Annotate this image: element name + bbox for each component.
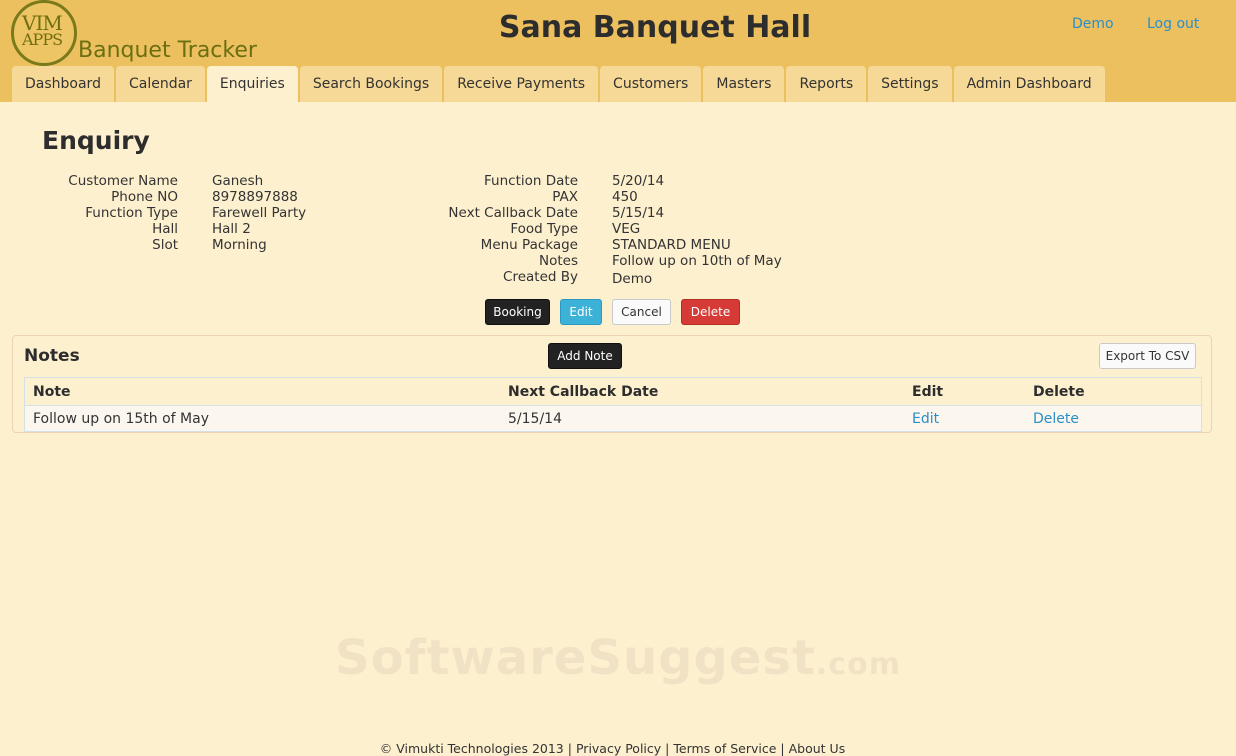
export-csv-button[interactable]: Export To CSV	[1099, 343, 1196, 369]
hall-title: Sana Banquet Hall	[498, 10, 812, 45]
user-link[interactable]: Demo	[1072, 16, 1114, 32]
tab-calendar[interactable]: Calendar	[115, 66, 205, 102]
detail-row-customer-name: Customer Name Ganesh	[40, 173, 306, 189]
tab-receive-payments[interactable]: Receive Payments	[444, 66, 599, 102]
about-us-link[interactable]: About Us	[789, 741, 846, 756]
detail-row-pax: PAX 450	[400, 189, 782, 205]
footer-separator: |	[567, 741, 572, 756]
edit-button[interactable]: Edit	[560, 299, 602, 325]
detail-row-menu-package: Menu Package STANDARD MENU	[400, 237, 782, 253]
detail-value: 8978897888	[212, 189, 298, 205]
footer-separator: |	[665, 741, 670, 756]
delete-button[interactable]: Delete	[681, 299, 740, 325]
detail-value: VEG	[612, 221, 641, 237]
table-row: Follow up on 15th of May 5/15/14 Edit De…	[25, 405, 1201, 431]
column-header-edit: Edit	[912, 383, 944, 400]
footer: © Vimukti Technologies 2013 | Privacy Poli…	[0, 741, 1225, 756]
detail-value: STANDARD MENU	[612, 237, 731, 253]
watermark-suffix: .com	[815, 647, 901, 682]
detail-row-slot: Slot Morning	[40, 237, 306, 253]
column-header-next-callback-date: Next Callback Date	[508, 383, 659, 400]
tab-settings[interactable]: Settings	[868, 66, 952, 102]
column-header-note: Note	[33, 383, 71, 400]
detail-value: 5/15/14	[612, 205, 665, 221]
callback-date-cell: 5/15/14	[508, 410, 562, 427]
detail-value: Follow up on 10th of May	[612, 253, 782, 269]
detail-label: Created By	[503, 269, 578, 285]
detail-label: Function Type	[85, 205, 178, 221]
detail-label: Menu Package	[480, 237, 578, 253]
logout-link[interactable]: Log out	[1147, 16, 1199, 32]
detail-value: Ganesh	[212, 173, 264, 189]
detail-label: Next Callback Date	[448, 205, 578, 221]
main-nav-tabs: Dashboard Calendar Enquiries Search Book…	[12, 66, 1105, 102]
detail-value: Demo	[612, 271, 653, 287]
app-header: VIM APPS Banquet Tracker Sana Banquet Ha…	[0, 0, 1236, 102]
booking-button[interactable]: Booking	[485, 299, 550, 325]
detail-label: Customer Name	[68, 173, 178, 189]
enquiry-details-left: Customer Name Ganesh Phone NO 8978897888…	[40, 173, 306, 253]
detail-label: Function Date	[484, 173, 578, 189]
page-title: Enquiry	[42, 126, 150, 155]
notes-title: Notes	[24, 346, 80, 366]
detail-label: Hall	[152, 221, 178, 237]
tab-reports[interactable]: Reports	[786, 66, 867, 102]
footer-copyright: © Vimukti Technologies 2013	[379, 741, 564, 756]
notes-panel: Notes Add Note Export To CSV Note Next C…	[12, 335, 1212, 433]
detail-row-hall: Hall Hall 2	[40, 221, 306, 237]
tab-masters[interactable]: Masters	[703, 66, 785, 102]
detail-label: Slot	[152, 237, 178, 253]
tab-dashboard[interactable]: Dashboard	[12, 66, 114, 102]
enquiry-details-right: Function Date 5/20/14 PAX 450 Next Callb…	[400, 173, 782, 289]
tab-enquiries[interactable]: Enquiries	[206, 66, 298, 102]
watermark-text: SoftwareSuggest	[335, 630, 816, 686]
terms-of-service-link[interactable]: Terms of Service	[673, 741, 776, 756]
detail-label: Notes	[539, 253, 578, 269]
detail-row-created-by: Created By Demo	[400, 269, 782, 289]
detail-value: Farewell Party	[212, 205, 307, 221]
tab-search-bookings[interactable]: Search Bookings	[299, 66, 443, 102]
detail-value: Hall 2	[212, 221, 251, 237]
delete-note-link[interactable]: Delete	[1033, 411, 1079, 427]
detail-row-notes: Notes Follow up on 10th of May	[400, 253, 782, 269]
detail-row-next-callback-date: Next Callback Date 5/15/14	[400, 205, 782, 221]
cancel-button[interactable]: Cancel	[612, 299, 671, 325]
detail-value: 5/20/14	[612, 173, 665, 189]
privacy-policy-link[interactable]: Privacy Policy	[576, 741, 661, 756]
watermark: SoftwareSuggest.com	[0, 630, 1236, 686]
detail-label: Phone NO	[111, 189, 178, 205]
detail-label: Food Type	[510, 221, 578, 237]
detail-row-food-type: Food Type VEG	[400, 221, 782, 237]
tab-admin-dashboard[interactable]: Admin Dashboard	[953, 66, 1105, 102]
detail-value: 450	[612, 189, 638, 205]
tab-customers[interactable]: Customers	[600, 66, 702, 102]
detail-row-function-type: Function Type Farewell Party	[40, 205, 306, 221]
notes-table: Note Next Callback Date Edit Delete Foll…	[24, 377, 1202, 432]
edit-note-link[interactable]: Edit	[912, 411, 939, 427]
detail-label: PAX	[552, 189, 578, 205]
footer-separator: |	[780, 741, 785, 756]
detail-value: Morning	[212, 237, 267, 253]
table-header-row: Note Next Callback Date Edit Delete	[25, 378, 1201, 405]
note-cell: Follow up on 15th of May	[33, 410, 209, 427]
detail-row-function-date: Function Date 5/20/14	[400, 173, 782, 189]
add-note-button[interactable]: Add Note	[548, 343, 622, 369]
detail-row-phone: Phone NO 8978897888	[40, 189, 306, 205]
column-header-delete: Delete	[1033, 383, 1085, 400]
